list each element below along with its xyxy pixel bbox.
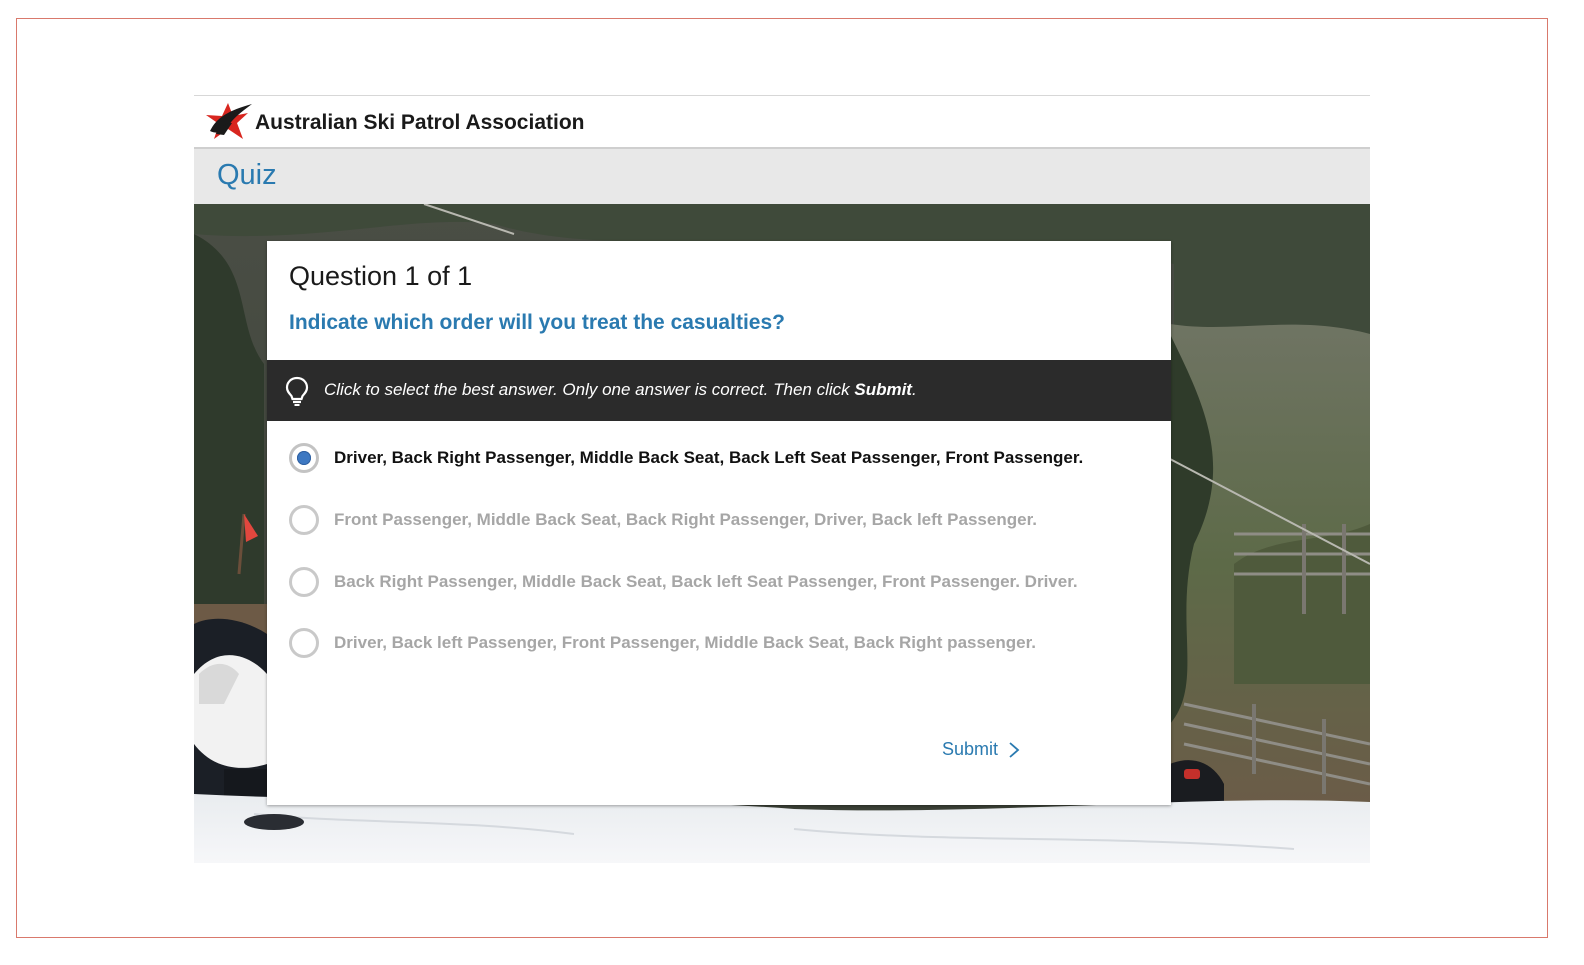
question-counter: Question 1 of 1 — [289, 261, 473, 291]
answer-option-label: Driver, Back left Passenger, Front Passe… — [334, 633, 1037, 652]
quiz-card: Question 1 of 1 Indicate which order wil… — [267, 241, 1171, 805]
instruction-bar: Click to select the best answer. Only on… — [267, 360, 1171, 421]
radio-button-selected[interactable] — [289, 443, 319, 473]
question-text: Indicate which order will you treat the … — [289, 311, 785, 334]
instruction-text-end: . — [911, 380, 917, 399]
organisation-name: Australian Ski Patrol Association — [255, 111, 585, 134]
answer-option-3[interactable]: Back Right Passenger, Middle Back Seat, … — [287, 564, 1147, 604]
answer-option-label: Driver, Back Right Passenger, Middle Bac… — [334, 448, 1084, 467]
submit-label: Submit — [942, 739, 999, 759]
answer-option-2[interactable]: Front Passenger, Middle Back Seat, Back … — [287, 502, 1147, 542]
instruction-text-main: Click to select the best answer. Only on… — [324, 380, 855, 399]
lightbulb-icon — [285, 376, 309, 406]
chevron-right-icon — [1009, 742, 1020, 758]
answer-option-label: Back Right Passenger, Middle Back Seat, … — [334, 572, 1078, 591]
title-bar: Quiz — [194, 147, 1370, 204]
asp-star-logo-icon — [206, 103, 252, 139]
radio-button[interactable] — [289, 505, 319, 535]
instruction-text-submit: Submit — [854, 380, 912, 399]
quiz-app: Australian Ski Patrol Association Quiz Q… — [194, 95, 1370, 863]
radio-button[interactable] — [289, 628, 319, 658]
instruction-text: Click to select the best answer. Only on… — [324, 380, 917, 400]
brand-bar: Australian Ski Patrol Association — [194, 95, 1370, 147]
answer-option-label: Front Passenger, Middle Back Seat, Back … — [334, 510, 1037, 529]
answer-option-1[interactable]: Driver, Back Right Passenger, Middle Bac… — [287, 440, 1147, 480]
answer-option-4[interactable]: Driver, Back left Passenger, Front Passe… — [287, 625, 1147, 665]
submit-button[interactable]: Submit — [932, 735, 1032, 765]
radio-button[interactable] — [289, 567, 319, 597]
page-title: Quiz — [217, 159, 277, 191]
